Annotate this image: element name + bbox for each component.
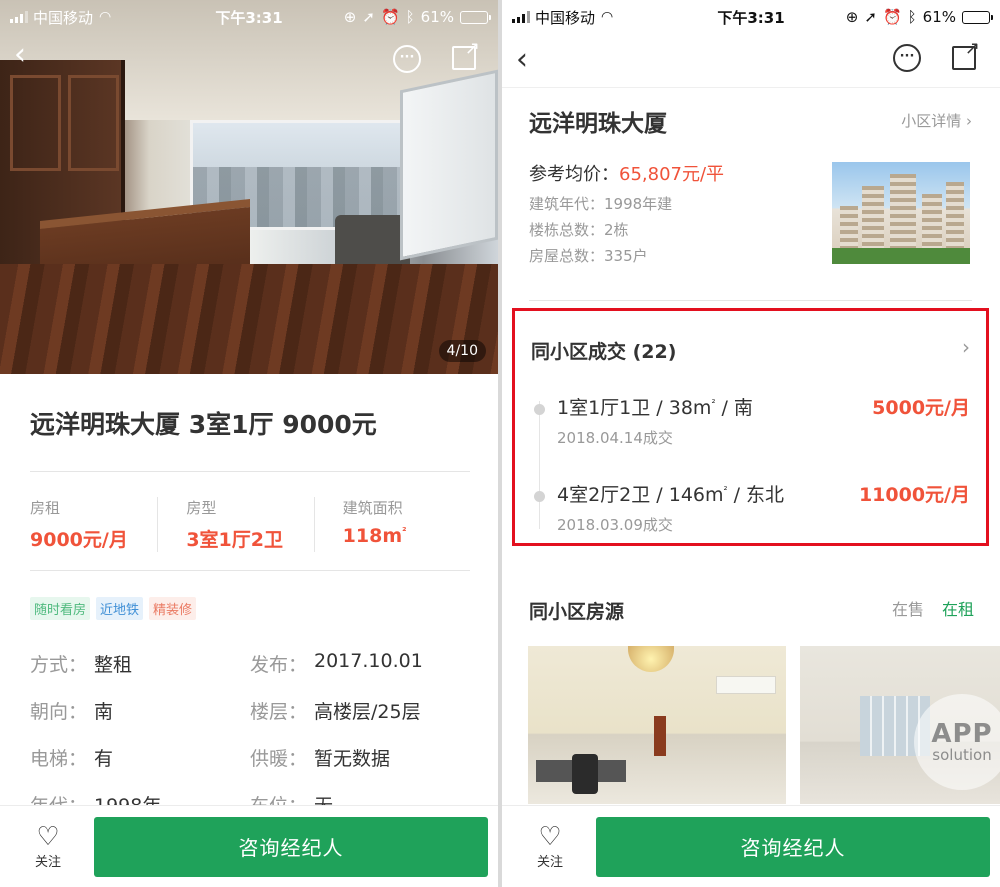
location-icon: ➚ [362, 8, 375, 26]
info-row: 电梯：有 供暖： 暂无数据 [30, 748, 391, 770]
timeline-dot [534, 404, 545, 415]
consult-agent-button[interactable]: 咨询经纪人 [94, 816, 488, 877]
listings-tabs: 在售 在租 [892, 596, 974, 620]
divider [30, 570, 470, 571]
consult-agent-button[interactable]: 咨询经纪人 [596, 816, 990, 877]
community-listings-title: 同小区房源 [529, 601, 625, 623]
chevron-right-icon: › [966, 112, 972, 130]
community-photo[interactable] [832, 162, 970, 264]
bottom-action-bar: ♡ 关注 咨询经纪人 [502, 805, 1000, 887]
back-icon[interactable]: ‹ [516, 42, 528, 77]
key-stats: 房租 9000元/月 房型 3室1厅2卫 建筑面积 118m² [30, 497, 470, 552]
battery-icon [460, 10, 491, 24]
chat-icon[interactable]: ··· [893, 44, 921, 72]
recent-deals-title[interactable]: 同小区成交 (22) [531, 337, 676, 364]
tag-near-subway: 近地铁 [96, 597, 144, 620]
tab-for-sale[interactable]: 在售 [892, 596, 924, 620]
stat-layout: 房型 3室1厅2卫 [157, 497, 313, 552]
location-icon: ➚ [864, 8, 877, 26]
timeline-dot [534, 491, 545, 502]
nav-bar: ‹ ··· [502, 34, 1000, 88]
bottom-action-bar: ♡ 关注 咨询经纪人 [0, 805, 498, 887]
listing-thumbnail[interactable] [528, 646, 786, 804]
share-icon[interactable] [952, 38, 980, 70]
listing-photo[interactable]: ‹ ··· 4/10 [0, 0, 498, 374]
clock: 下午3:31 [717, 8, 785, 27]
listing-detail-screen: ‹ ··· 4/10 中国移动 ◠ 下午3:31 ⊕ ➚ ⏰ ᛒ 61% 远洋明… [0, 0, 498, 887]
build-year: 建筑年代：1998年建 [529, 195, 673, 213]
divider [529, 300, 972, 301]
deal-item[interactable]: 4室2厅2卫 / 146m² / 东北 2018.03.09成交 11000元/… [515, 480, 986, 550]
carrier-label: 中国移动 [535, 8, 596, 27]
tag-anytime-viewing: 随时看房 [30, 597, 91, 620]
info-row: 方式： 整租 发布： 2017.10.01 [30, 650, 423, 676]
lock-rotation-icon: ⊕ [343, 8, 357, 26]
chevron-right-icon[interactable]: › [962, 335, 970, 359]
follow-button[interactable]: ♡ 关注 [26, 823, 70, 870]
status-bar: 中国移动 ◠ 下午3:31 ⊕ ➚ ⏰ ᛒ 61% [0, 0, 498, 34]
alarm-icon: ⏰ [882, 8, 902, 26]
deal-item[interactable]: 1室1厅1卫 / 38m² / 南 2018.04.14成交 5000元/月 [515, 393, 986, 463]
divider [30, 471, 470, 472]
feature-tags: 随时看房 近地铁 精装修 [30, 597, 197, 620]
signal-icon [10, 11, 28, 23]
back-icon[interactable]: ‹ [14, 40, 26, 70]
lock-rotation-icon: ⊕ [845, 8, 859, 26]
tab-for-rent[interactable]: 在租 [942, 596, 974, 620]
household-count: 房屋总数：335户 [529, 247, 648, 265]
recent-deals-section: 同小区成交 (22) › 1室1厅1卫 / 38m² / 南 2018.04.1… [512, 308, 989, 546]
clock: 下午3:31 [215, 8, 283, 27]
community-detail-link[interactable]: 小区详情 › [901, 110, 972, 131]
stat-rent: 房租 9000元/月 [30, 499, 128, 551]
stat-area: 建筑面积 118m² [313, 497, 470, 552]
status-bar: 中国移动 ◠ 下午3:31 ⊕ ➚ ⏰ ᛒ 61% [502, 0, 1000, 34]
bluetooth-icon: ᛒ [907, 8, 917, 26]
share-icon[interactable] [452, 38, 480, 70]
photo-counter: 4/10 [438, 340, 486, 362]
info-row: 朝向：南 楼层： 高楼层/25层 [30, 701, 421, 723]
community-name: 远洋明珠大厦 [529, 111, 667, 137]
carrier-label: 中国移动 [33, 8, 94, 27]
heart-icon: ♡ [538, 822, 562, 852]
battery-percent: 61% [420, 8, 454, 26]
chat-icon[interactable]: ··· [393, 45, 421, 73]
bluetooth-icon: ᛒ [405, 8, 415, 26]
building-count: 楼栋总数：2栋 [529, 221, 629, 239]
battery-icon [962, 10, 993, 24]
tag-renovated: 精装修 [149, 597, 197, 620]
wifi-icon: ◠ [99, 9, 112, 25]
info-grid: 方式： 整租 发布： 2017.10.01 朝向：南 楼层： 高楼层/25层 电梯：有… [30, 640, 470, 828]
heart-icon: ♡ [36, 822, 60, 852]
battery-percent: 61% [922, 8, 956, 26]
community-detail-screen: 中国移动 ◠ 下午3:31 ⊕ ➚ ⏰ ᛒ 61% ‹ ··· 远洋明珠大厦 小… [502, 0, 1000, 887]
average-price: 参考均价：65,807元/平 [529, 164, 725, 185]
wifi-icon: ◠ [601, 9, 614, 25]
listing-title: 远洋明珠大厦 3室1厅 9000元 [30, 410, 377, 439]
alarm-icon: ⏰ [380, 8, 400, 26]
follow-button[interactable]: ♡ 关注 [528, 823, 572, 870]
watermark-logo: APP solution [914, 694, 1000, 790]
signal-icon [512, 11, 530, 23]
